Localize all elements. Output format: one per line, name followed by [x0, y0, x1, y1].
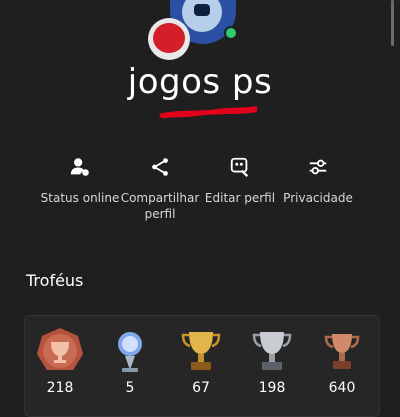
trophy-level-count: 218	[46, 380, 74, 396]
share-icon	[152, 158, 168, 176]
redaction-scribble	[159, 106, 257, 119]
edit-profile-button[interactable]: Editar perfil	[198, 156, 282, 206]
status-online-button[interactable]: Status online	[38, 156, 122, 206]
gold-trophy-icon	[181, 332, 221, 370]
platinum-trophy-icon	[118, 332, 142, 372]
bronze-trophy-icon	[324, 334, 360, 369]
silver-trophy-icon	[252, 332, 292, 370]
edit-profile-icon	[230, 157, 249, 178]
gold-count: 67	[192, 380, 210, 396]
privacy-button[interactable]: Privacidade	[276, 156, 360, 206]
profile-username: jogos ps	[127, 62, 273, 102]
trophy-summary-card[interactable]: 218 5 67 198 640	[24, 315, 380, 417]
share-profile-button[interactable]: Compartilhar perfil	[118, 156, 202, 222]
silver-count: 198	[258, 380, 286, 396]
scrollbar[interactable]	[391, 0, 394, 46]
share-profile-label: Compartilhar perfil	[120, 191, 200, 221]
platinum-count: 5	[125, 380, 135, 396]
bronze-count: 640	[328, 380, 356, 396]
trophies-section-title: Troféus	[26, 271, 84, 290]
trophy-gold: 67	[176, 326, 226, 396]
trophy-level: 218	[35, 326, 85, 396]
avatar[interactable]	[148, 0, 242, 60]
trophy-bronze: 640	[317, 326, 367, 396]
trophy-silver: 198	[247, 326, 297, 396]
status-online-label: Status online	[40, 191, 120, 205]
trophy-level-icon	[37, 328, 83, 370]
online-indicator	[224, 26, 238, 40]
privacy-sliders-icon	[309, 159, 327, 175]
edit-profile-label: Editar perfil	[204, 191, 276, 205]
avatar-ball-icon	[148, 18, 190, 60]
privacy-label: Privacidade	[283, 191, 353, 205]
trophy-platinum: 5	[105, 326, 155, 396]
user-status-icon	[70, 158, 89, 176]
